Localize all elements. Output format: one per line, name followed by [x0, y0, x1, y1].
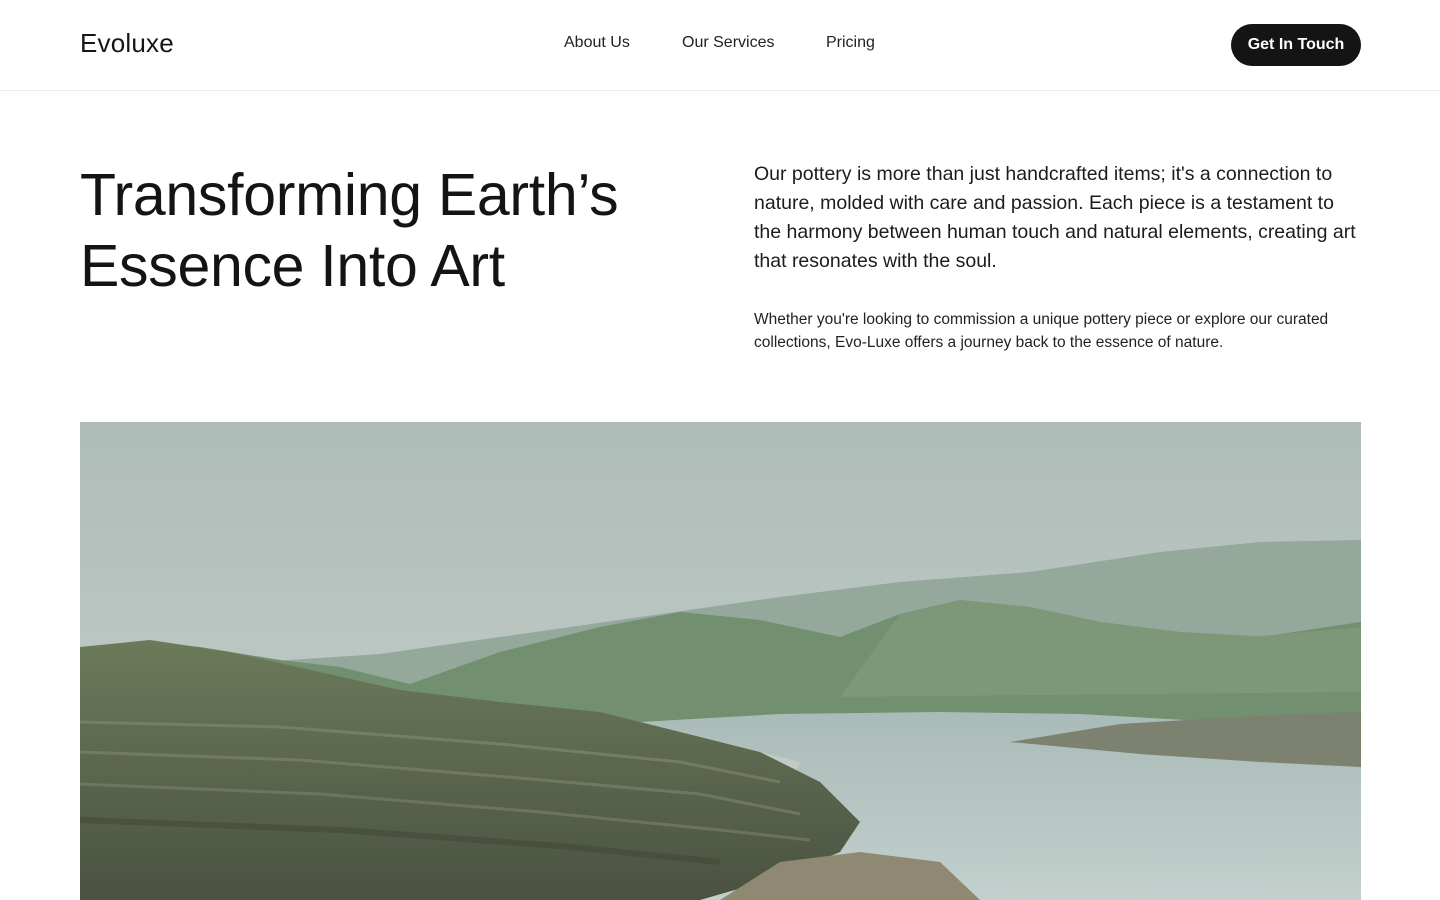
- nav-link-our-services[interactable]: Our Services: [682, 34, 774, 52]
- hero-lead-paragraph: Our pottery is more than just handcrafte…: [754, 163, 1356, 272]
- hero-title-line-1: Transforming Earth’s: [80, 162, 619, 228]
- nav-link-about-us[interactable]: About Us: [564, 34, 630, 52]
- main-nav: About Us Our Services Pricing: [0, 34, 1440, 56]
- nav-link-pricing[interactable]: Pricing: [826, 34, 875, 52]
- hero-landscape-image: [80, 422, 1361, 900]
- get-in-touch-button[interactable]: Get In Touch: [1231, 24, 1361, 66]
- hero-title-line-2: Essence Into Art: [80, 233, 505, 299]
- hero-title: Transforming Earth’s Essence Into Art: [80, 160, 700, 302]
- site-header: Evoluxe About Us Our Services Pricing Ge…: [0, 0, 1440, 91]
- landscape-illustration: [80, 422, 1361, 900]
- hero-sub-paragraph: Whether you're looking to commission a u…: [754, 311, 1329, 351]
